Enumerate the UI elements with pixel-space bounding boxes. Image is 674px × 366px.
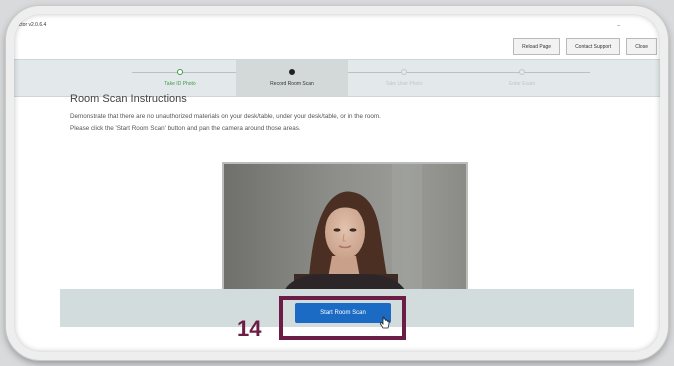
step-pending-icon — [519, 69, 525, 75]
step-complete-icon — [177, 69, 183, 75]
minimize-glyph[interactable]: – — [617, 23, 620, 29]
step-record-room-scan: Record Room Scan — [236, 60, 348, 96]
step-take-user-photo: Take User Photo — [348, 60, 460, 96]
step-label: Take User Photo — [385, 81, 423, 87]
step-enter-exam: Enter Exam — [466, 60, 578, 96]
step-current-icon — [289, 69, 295, 75]
webcam-preview — [222, 162, 468, 294]
step-label: Enter Exam — [508, 81, 536, 87]
reload-page-button[interactable]: Reload Page — [513, 38, 561, 55]
toolbar: Reload Page Contact Support Close — [513, 38, 657, 55]
hand-cursor-icon — [379, 316, 390, 329]
step-pending-icon — [401, 69, 407, 75]
tutorial-step-number: 14 — [237, 316, 262, 341]
step-take-id-photo: Take ID Photo — [124, 60, 236, 96]
webcam-feed-image — [224, 164, 466, 292]
close-button[interactable]: Close — [626, 38, 657, 55]
step-label: Record Room Scan — [270, 81, 314, 87]
instruction-text: Please click the 'Start Room Scan' butto… — [70, 125, 301, 132]
window-title: ector v2.0.6.4 — [16, 22, 47, 28]
progress-steps: Take ID Photo Record Room Scan Take User… — [14, 59, 660, 97]
page-title: Room Scan Instructions — [70, 93, 187, 105]
instruction-text: Demonstrate that there are no unauthoriz… — [70, 113, 381, 120]
step-label: Take ID Photo — [164, 81, 196, 87]
contact-support-button[interactable]: Contact Support — [566, 38, 621, 55]
